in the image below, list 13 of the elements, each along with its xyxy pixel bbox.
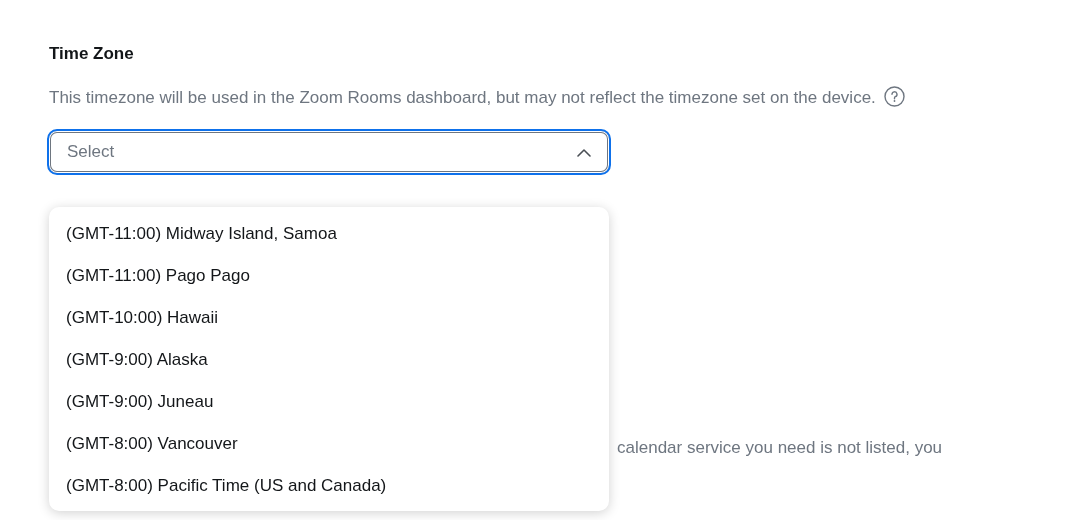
timezone-option[interactable]: (GMT-9:00) Alaska [49, 339, 609, 381]
calendar-note: calendar service you need is not listed, you [617, 438, 943, 457]
timezone-option[interactable]: (GMT-8:00) Vancouver [49, 423, 609, 465]
timezone-option[interactable]: (GMT-9:00) Juneau [49, 381, 609, 423]
timezone-option[interactable]: (GMT-11:00) Midway Island, Samoa [49, 213, 609, 255]
section-description: This timezone will be used in the Zoom Rooms dashboard, but may not reflect the timezone set on the device. [49, 88, 876, 107]
timezone-option[interactable]: (GMT-10:00) Hawaii [49, 297, 609, 339]
timezone-select[interactable]: Select [47, 129, 611, 175]
timezone-option[interactable]: (GMT-8:00) Pacific Time (US and Canada) [49, 465, 609, 507]
section-title: Time Zone [49, 44, 134, 64]
chevron-up-icon [577, 147, 591, 157]
timezone-option[interactable]: (GMT-11:00) Pago Pago [49, 255, 609, 297]
help-icon[interactable] [883, 86, 905, 107]
